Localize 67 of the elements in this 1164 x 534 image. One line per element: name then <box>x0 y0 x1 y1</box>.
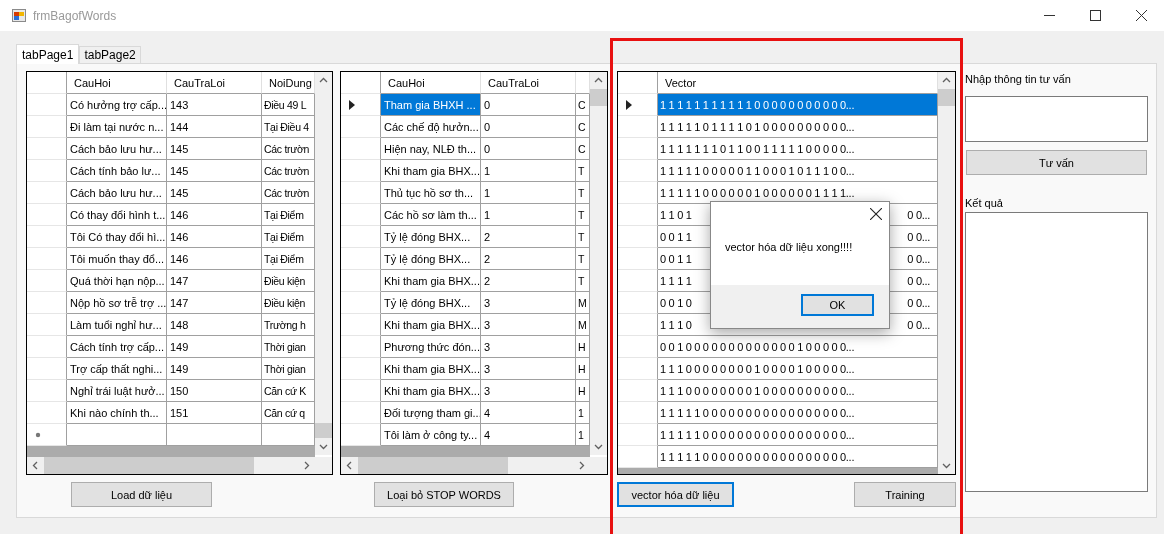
horizontal-scrollbar[interactable] <box>341 457 590 474</box>
vertical-scrollbar[interactable] <box>938 72 955 474</box>
field-label: Kết quả <box>965 196 1004 210</box>
tab[interactable]: tabPage1 <box>16 44 80 64</box>
row-header[interactable] <box>618 94 658 116</box>
close-icon[interactable] <box>870 208 882 220</box>
column-header[interactable]: CauHoi <box>67 72 167 94</box>
action-button[interactable]: Loại bỏ STOP WORDS <box>374 482 514 507</box>
cell-text: 0 0... <box>907 230 930 243</box>
column-header[interactable]: CauTraLoi <box>481 72 576 94</box>
cell-text: 0 0... <box>907 296 930 309</box>
scrollbar-thumb[interactable] <box>44 457 254 474</box>
dialog-message: vector hóa dữ liệu xong!!!! <box>725 241 854 253</box>
app-icon <box>12 9 26 22</box>
action-button[interactable]: vector hóa dữ liệu <box>617 482 734 507</box>
field-label: Nhập thông tin tư vấn <box>965 72 1072 86</box>
cell-text: 1 1 1 1 <box>660 274 692 287</box>
cell-text: 0 0... <box>907 274 930 287</box>
vertical-scrollbar[interactable] <box>590 72 607 455</box>
header-corner <box>341 72 381 94</box>
table-cell: 1 1 1 1 1 0 0 0 0 0 0 0 0 0 0 0 0 0 0 0 0 0... <box>658 446 938 468</box>
cell-text: 0 0 1 1 <box>660 252 692 265</box>
table-cell: Tôi làm ở công ty... <box>381 424 481 446</box>
tab[interactable]: tabPage2 <box>79 46 141 63</box>
maximize-icon <box>1089 10 1101 21</box>
input-field[interactable] <box>965 96 1148 142</box>
data-grid[interactable] <box>26 71 333 475</box>
new-row-icon <box>35 431 41 438</box>
window-title: frmBagofWords <box>33 8 117 23</box>
action-button[interactable]: Load dữ liệu <box>71 482 212 507</box>
close-icon <box>1135 10 1147 21</box>
cell-text: 0 0... <box>907 252 930 265</box>
table-cell[interactable] <box>167 424 262 446</box>
consult-button[interactable]: Tư vấn <box>966 150 1147 175</box>
ok-button[interactable]: OK <box>801 294 874 316</box>
table-cell: 4 <box>481 424 576 446</box>
column-header[interactable]: CauHoi <box>381 72 481 94</box>
cell-text: 1 1 0 1 <box>660 208 692 221</box>
current-row-icon <box>349 99 355 110</box>
action-button[interactable]: Training <box>854 482 956 507</box>
scrollbar-thumb[interactable] <box>590 89 607 106</box>
scrollbar-thumb[interactable] <box>315 423 332 438</box>
data-grid[interactable] <box>340 71 608 475</box>
column-header[interactable]: Vector <box>658 72 938 94</box>
cell-text: 0 0 1 0 <box>660 296 692 309</box>
scrollbar-corner <box>315 457 332 474</box>
current-row-icon <box>626 99 632 110</box>
table-cell: 1 1 1 1 1 1 1 1 1 1 1 0 0 0 0 0 0 0 0 0 0 0... <box>658 94 938 116</box>
cell-text: 0 0... <box>907 318 930 331</box>
result-field[interactable] <box>965 212 1148 492</box>
table-cell: Tham gia BHXH ... <box>381 94 481 116</box>
column-header[interactable] <box>576 72 590 94</box>
table-cell[interactable] <box>67 424 167 446</box>
minimize-icon <box>1043 15 1055 16</box>
cell-text: 0 0 1 1 <box>660 230 692 243</box>
column-header[interactable]: CauTraLoi <box>167 72 262 94</box>
header-corner <box>618 72 658 94</box>
header-corner <box>27 72 67 94</box>
scrollbar-corner <box>590 457 607 474</box>
column-header[interactable]: NoiDung <box>262 72 315 94</box>
cell-text: 1 1 1 0 <box>660 318 692 331</box>
scrollbar-thumb[interactable] <box>938 89 955 106</box>
vertical-scrollbar[interactable] <box>315 72 332 455</box>
row-header[interactable] <box>341 94 381 116</box>
horizontal-scrollbar[interactable] <box>27 457 315 474</box>
scrollbar-thumb[interactable] <box>358 457 508 474</box>
cell-text: 0 0... <box>907 208 930 221</box>
